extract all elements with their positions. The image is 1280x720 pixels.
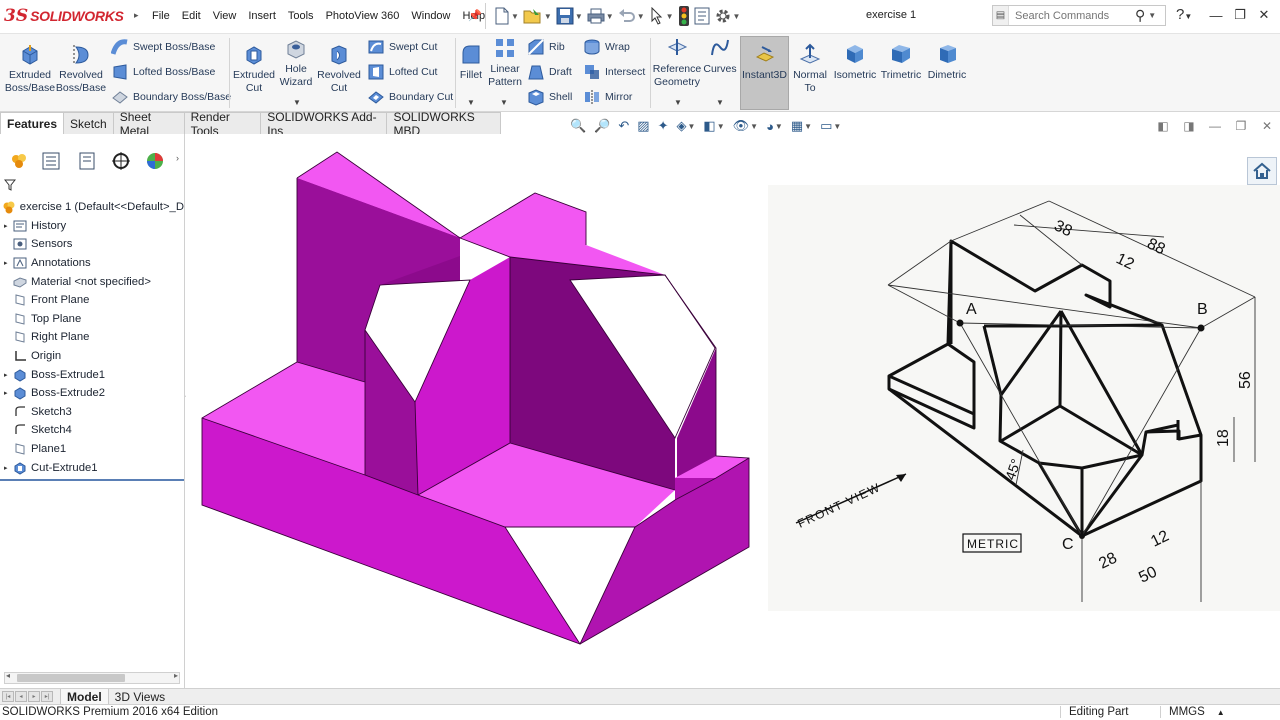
tab-model[interactable]: Model xyxy=(60,688,108,705)
front-view-label: FRONT VIEW xyxy=(795,480,883,531)
tab-navigation: |◂ ◂ ▸ ▸| xyxy=(2,691,54,702)
next-tab-icon[interactable]: ▸ xyxy=(28,691,40,702)
point-c-label: C xyxy=(1062,536,1074,553)
reference-drawing-image: A B C 88 38 12 56 18 45° 28 12 50 FRONT … xyxy=(768,185,1280,611)
unit-system-selector[interactable]: MMGS ▲ xyxy=(1160,706,1225,718)
prev-tab-icon[interactable]: ◂ xyxy=(15,691,27,702)
tab-3d-views[interactable]: 3D Views xyxy=(107,688,171,705)
model-view-tabs: |◂ ◂ ▸ ▸| Model 3D Views xyxy=(0,688,1280,705)
dim-38-label: 38 xyxy=(1051,217,1075,240)
dim-12-top-label: 12 xyxy=(1113,250,1137,273)
magenta-part-model[interactable] xyxy=(201,151,750,645)
first-tab-icon[interactable]: |◂ xyxy=(2,691,14,702)
status-bar: SOLIDWORKS Premium 2016 x64 Edition Edit… xyxy=(0,704,1280,720)
dim-56-label: 56 xyxy=(1237,371,1254,389)
dim-18-label: 18 xyxy=(1215,429,1232,447)
dim-28-label: 28 xyxy=(1096,549,1120,572)
last-tab-icon[interactable]: ▸| xyxy=(41,691,53,702)
point-b-label: B xyxy=(1197,301,1208,318)
editing-mode-text: Editing Part xyxy=(1060,706,1128,718)
metric-label: METRIC xyxy=(967,537,1019,551)
edition-text: SOLIDWORKS Premium 2016 x64 Edition xyxy=(2,706,219,718)
dim-50-label: 50 xyxy=(1136,563,1160,586)
unit-system-text: MMGS xyxy=(1169,706,1205,718)
dim-12-bottom-label: 12 xyxy=(1148,527,1172,550)
point-b-marker xyxy=(1197,324,1205,332)
point-a-label: A xyxy=(966,301,977,318)
point-c-marker xyxy=(1079,533,1085,539)
chevron-up-icon: ▲ xyxy=(1216,708,1225,717)
point-a-marker xyxy=(956,319,964,327)
home-icon xyxy=(1253,162,1271,179)
isometric-sketch: A B C 88 38 12 56 18 45° 28 12 50 FRONT … xyxy=(795,200,1256,602)
home-view-button[interactable] xyxy=(1247,157,1277,185)
